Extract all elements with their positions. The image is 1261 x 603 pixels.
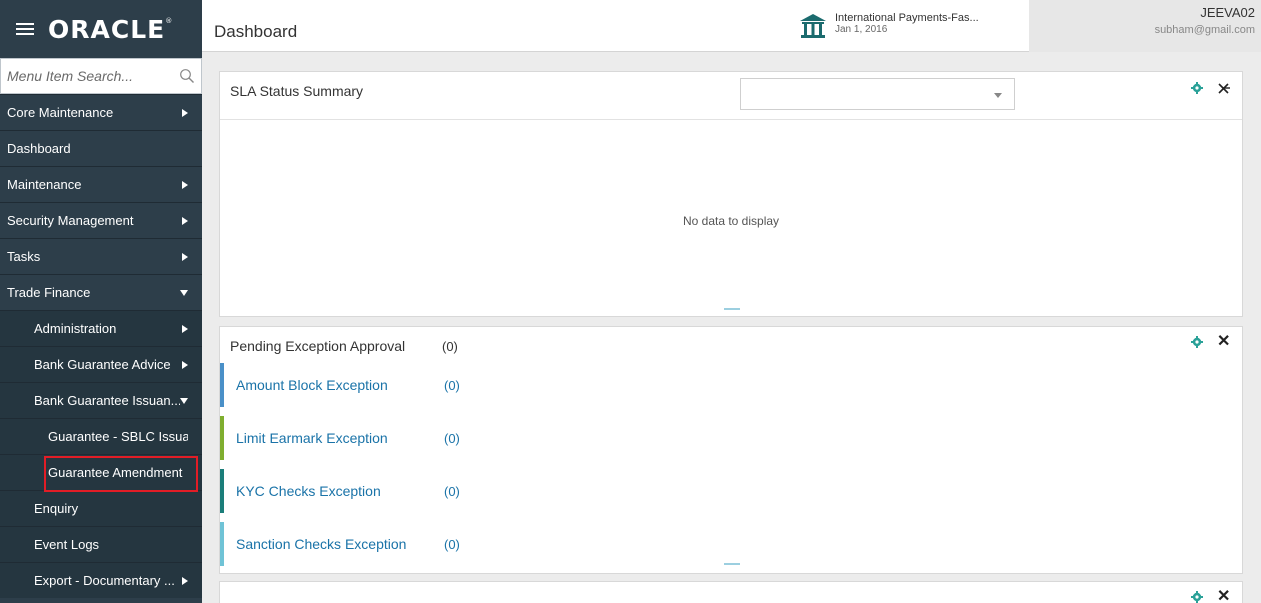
sidebar-item-trade-finance[interactable]: Trade Finance — [0, 274, 202, 310]
chevron-right-icon — [182, 360, 188, 369]
exception-color-bar — [220, 469, 224, 513]
gear-icon[interactable] — [1191, 336, 1203, 348]
branch-selector[interactable]: International Payments-Fas... Jan 1, 201… — [799, 12, 979, 40]
chevron-right-icon — [182, 324, 188, 333]
exception-count: (0) — [444, 377, 460, 393]
chevron-right-icon — [182, 252, 188, 261]
sidebar-item-label: Export - Documentary ... — [34, 573, 175, 588]
menu-search — [0, 58, 202, 94]
sidebar-item-tasks[interactable]: Tasks — [0, 238, 202, 274]
branch-date: Jan 1, 2016 — [835, 24, 888, 35]
sidebar-menu: Core Maintenance Dashboard Maintenance Secu… — [0, 94, 202, 598]
close-icon[interactable]: ✕ — [1217, 589, 1230, 603]
user-id: JEEVA02 — [1200, 5, 1255, 20]
brand-bar: ORACLE ® — [0, 0, 202, 58]
sidebar-item-label: Trade Finance — [7, 285, 91, 300]
exception-panel-title: Pending Exception Approval — [230, 338, 406, 354]
sla-filter-dropdown[interactable] — [740, 78, 1015, 110]
sidebar-item-bank-guarantee-advice[interactable]: Bank Guarantee Advice — [0, 346, 202, 382]
header-bar: Dashboard International Payments-Fas... … — [202, 0, 1261, 52]
sidebar-item-label: Event Logs — [34, 537, 100, 552]
page-title: Dashboard — [214, 22, 298, 41]
app-window: ORACLE® Core Maintenance Dashboard Mainten… — [0, 0, 1261, 603]
unpin-icon[interactable] — [1217, 82, 1230, 94]
sidebar-item-label: Security Management — [7, 213, 134, 228]
exception-count: (0) — [444, 430, 460, 446]
hamburger-menu-icon[interactable] — [16, 23, 34, 35]
sidebar-item-label: Bank Guarantee Advice — [34, 357, 171, 372]
sidebar-item-label: Enquiry — [34, 501, 79, 516]
resize-handle[interactable] — [724, 308, 740, 310]
exception-row[interactable]: Limit Earmark Exception (0) — [220, 416, 820, 460]
chevron-right-icon — [182, 216, 188, 225]
sidebar-item-dashboard[interactable]: Dashboard — [0, 130, 202, 166]
exception-row[interactable]: KYC Checks Exception (0) — [220, 469, 820, 513]
gear-icon[interactable] — [1191, 82, 1203, 94]
sla-status-panel: SLA Status Summary No data to display — [219, 71, 1243, 317]
chevron-down-icon — [180, 397, 188, 404]
user-menu[interactable]: JEEVA02 subham@gmail.com — [1029, 0, 1261, 52]
chevron-right-icon — [182, 576, 188, 585]
exception-color-bar — [220, 522, 224, 566]
sidebar-item-bank-guarantee-issuan[interactable]: Bank Guarantee Issuan... — [0, 382, 202, 418]
exception-color-bar — [220, 363, 224, 407]
sla-panel-header: SLA Status Summary — [220, 72, 1242, 120]
sidebar-item-security-management[interactable]: Security Management — [0, 202, 202, 238]
chevron-down-icon — [180, 289, 188, 296]
exception-name-link[interactable]: KYC Checks Exception — [236, 483, 444, 499]
pending-exception-panel: Pending Exception Approval (0) ✕ Amount … — [219, 326, 1243, 574]
sidebar-item-label: Core Maintenance — [7, 105, 114, 120]
user-email: subham@gmail.com — [1154, 24, 1255, 36]
sidebar-item-export-documentary[interactable]: Export - Documentary ... — [0, 562, 202, 598]
sidebar-item-label: Guarantee Amendment — [48, 465, 183, 480]
chevron-down-icon — [994, 93, 1002, 98]
sla-panel-title: SLA Status Summary — [230, 83, 364, 99]
sidebar-item-label: Maintenance — [7, 177, 82, 192]
menu-search-input[interactable] — [7, 68, 167, 84]
exception-panel-header: Pending Exception Approval (0) ✕ — [220, 327, 1242, 363]
exception-row[interactable]: Amount Block Exception (0) — [220, 363, 820, 407]
sidebar-item-enquiry[interactable]: Enquiry — [0, 490, 202, 526]
exception-name-link[interactable]: Amount Block Exception — [236, 377, 444, 393]
exception-count: (0) — [444, 536, 460, 552]
exception-row[interactable]: Sanction Checks Exception (0) — [220, 522, 820, 566]
sidebar-item-label: Guarantee - SBLC Issua... — [48, 429, 188, 444]
sidebar: ORACLE® Core Maintenance Dashboard Mainten… — [0, 0, 202, 603]
exception-name-link[interactable]: Sanction Checks Exception — [236, 536, 444, 552]
sidebar-item-label: Administration — [34, 321, 117, 336]
search-icon[interactable] — [179, 68, 195, 84]
sidebar-item-core-maintenance[interactable]: Core Maintenance — [0, 94, 202, 130]
resize-handle[interactable] — [724, 563, 740, 565]
exception-color-bar — [220, 416, 224, 460]
gear-icon[interactable] — [1191, 591, 1203, 603]
sidebar-item-guarantee-amendment[interactable]: Guarantee Amendment — [0, 454, 202, 490]
sidebar-item-label: Bank Guarantee Issuan... — [34, 393, 180, 408]
exception-panel-count: (0) — [442, 339, 458, 354]
dashboard-panel-3: ✕ — [219, 581, 1243, 603]
branch-name: International Payments-Fas... — [835, 12, 979, 24]
sidebar-item-maintenance[interactable]: Maintenance — [0, 166, 202, 202]
sidebar-item-administration[interactable]: Administration — [0, 310, 202, 346]
bank-icon — [800, 14, 826, 38]
sidebar-item-label: Dashboard — [7, 141, 71, 156]
sidebar-item-label: Tasks — [7, 249, 41, 264]
sidebar-item-guarantee-sblc-issua[interactable]: Guarantee - SBLC Issua... — [0, 418, 202, 454]
chevron-right-icon — [182, 108, 188, 117]
oracle-logo: ORACLE ® — [48, 14, 174, 44]
chevron-right-icon — [182, 180, 188, 189]
sidebar-item-event-logs[interactable]: Event Logs — [0, 526, 202, 562]
exception-count: (0) — [444, 483, 460, 499]
close-icon[interactable]: ✕ — [1217, 334, 1230, 350]
no-data-message: No data to display — [682, 214, 780, 228]
exception-name-link[interactable]: Limit Earmark Exception — [236, 430, 444, 446]
